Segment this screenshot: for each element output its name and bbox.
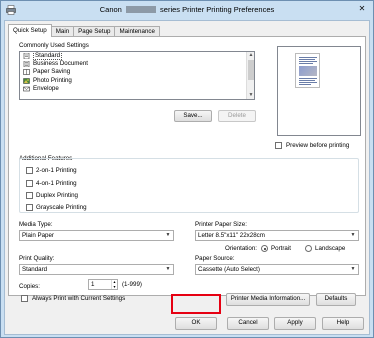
delete-button[interactable]: Delete	[218, 110, 256, 122]
paper-size-value: Letter 8.5"x11" 22x28cm	[198, 232, 265, 239]
apply-button[interactable]: Apply	[274, 317, 316, 330]
list-item-standard[interactable]: Standard	[20, 52, 254, 60]
grayscale-printing-label: Grayscale Printing	[36, 204, 87, 211]
list-item-paper-saving[interactable]: Paper Saving	[20, 68, 254, 76]
spin-arrows-icon[interactable]: ▲ ▼	[111, 280, 117, 289]
list-item-label: Paper Saving	[33, 68, 71, 76]
chevron-down-icon: ▼	[350, 266, 356, 272]
document-text-icon	[23, 61, 30, 68]
paper-saving-icon	[23, 69, 30, 76]
duplex-printing-checkbox[interactable]	[26, 192, 33, 199]
print-preview-pane	[277, 46, 361, 136]
2-on-1-printing-label: 2-on-1 Printing	[36, 167, 77, 174]
duplex-printing-label: Duplex Printing	[36, 192, 78, 199]
media-type-select[interactable]: Plain Paper ▼	[19, 230, 174, 241]
close-button[interactable]: ✕	[355, 3, 369, 15]
save-button[interactable]: Save...	[174, 110, 212, 122]
always-print-checkbox[interactable]	[21, 295, 28, 302]
defaults-button[interactable]: Defaults	[316, 293, 356, 306]
preview-paper	[295, 53, 320, 88]
preview-before-printing-label: Preview before printing	[286, 142, 350, 149]
chevron-down-icon: ▼	[165, 232, 171, 238]
printer-preferences-window: Canon series Printer Printing Preference…	[0, 0, 374, 338]
orientation-label: Orientation:	[225, 245, 257, 252]
redacted-model-name	[125, 6, 156, 13]
print-quality-select[interactable]: Standard ▼	[19, 264, 174, 275]
list-item-business-document[interactable]: Business Document	[20, 60, 254, 68]
paper-source-label: Paper Source:	[195, 255, 235, 262]
landscape-label: Landscape	[315, 245, 346, 252]
print-quality-label: Print Quality:	[19, 255, 55, 262]
title-prefix: Canon	[99, 5, 122, 14]
printer-paper-size-select[interactable]: Letter 8.5"x11" 22x28cm ▼	[195, 230, 359, 241]
ok-highlight-frame	[171, 294, 221, 314]
quick-setup-panel: Commonly Used Settings Standard Business…	[8, 36, 366, 296]
4-on-1-printing-label: 4-on-1 Printing	[36, 180, 77, 187]
list-scrollbar[interactable]: ▲ ▼	[246, 52, 254, 99]
2-on-1-printing-checkbox[interactable]	[26, 167, 33, 174]
help-button[interactable]: Help	[322, 317, 364, 330]
paper-source-value: Cassette (Auto Select)	[198, 266, 260, 273]
window-title: Canon series Printer Printing Preference…	[1, 5, 373, 14]
portrait-label: Portrait	[271, 245, 291, 252]
chevron-down-icon: ▼	[350, 232, 356, 238]
always-print-label: Always Print with Current Settings	[32, 295, 126, 302]
list-item-label: Envelope	[33, 84, 59, 92]
commonly-used-settings-label: Commonly Used Settings	[19, 42, 89, 49]
scroll-thumb[interactable]	[248, 60, 254, 80]
chevron-down-icon: ▼	[165, 266, 171, 272]
close-icon: ✕	[358, 4, 366, 13]
list-item-label: Standard	[33, 52, 63, 60]
copies-value: 1	[91, 281, 95, 288]
list-item-photo-printing[interactable]: Photo Printing	[20, 77, 254, 85]
tab-quick-setup[interactable]: Quick Setup	[8, 24, 52, 37]
title-suffix: series Printer Printing Preferences	[160, 5, 275, 14]
commonly-used-settings-list[interactable]: Standard Business Document Paper Saving …	[19, 51, 255, 100]
paper-source-select[interactable]: Cassette (Auto Select) ▼	[195, 264, 359, 275]
landscape-radio[interactable]	[305, 245, 312, 252]
print-quality-value: Standard	[22, 266, 48, 273]
printer-media-information-button[interactable]: Printer Media Information...	[226, 293, 310, 306]
4-on-1-printing-checkbox[interactable]	[26, 180, 33, 187]
media-type-value: Plain Paper	[22, 232, 54, 239]
list-item-label: Business Document	[33, 60, 89, 68]
copies-spinbox[interactable]: 1 ▲ ▼	[88, 279, 118, 290]
list-item-label: Photo Printing	[33, 76, 72, 84]
cancel-button[interactable]: Cancel	[227, 317, 269, 330]
photo-icon	[23, 77, 30, 84]
media-type-label: Media Type:	[19, 221, 53, 228]
ok-button[interactable]: OK	[175, 317, 217, 330]
scroll-down-icon[interactable]: ▼	[247, 92, 254, 99]
printer-paper-size-label: Printer Paper Size:	[195, 221, 247, 228]
scroll-up-icon[interactable]: ▲	[247, 52, 254, 59]
document-icon	[23, 53, 30, 59]
title-bar[interactable]: Canon series Printer Printing Preference…	[1, 1, 373, 19]
copies-label: Copies:	[19, 283, 40, 290]
portrait-radio[interactable]	[261, 245, 268, 252]
envelope-icon	[23, 86, 30, 92]
dialog-client-area: Quick Setup Main Page Setup Maintenance …	[4, 20, 370, 335]
copies-range: (1-999)	[122, 281, 142, 288]
list-item-envelope[interactable]: Envelope	[20, 85, 254, 93]
grayscale-printing-checkbox[interactable]	[26, 204, 33, 211]
preview-before-printing-checkbox[interactable]	[275, 142, 282, 149]
